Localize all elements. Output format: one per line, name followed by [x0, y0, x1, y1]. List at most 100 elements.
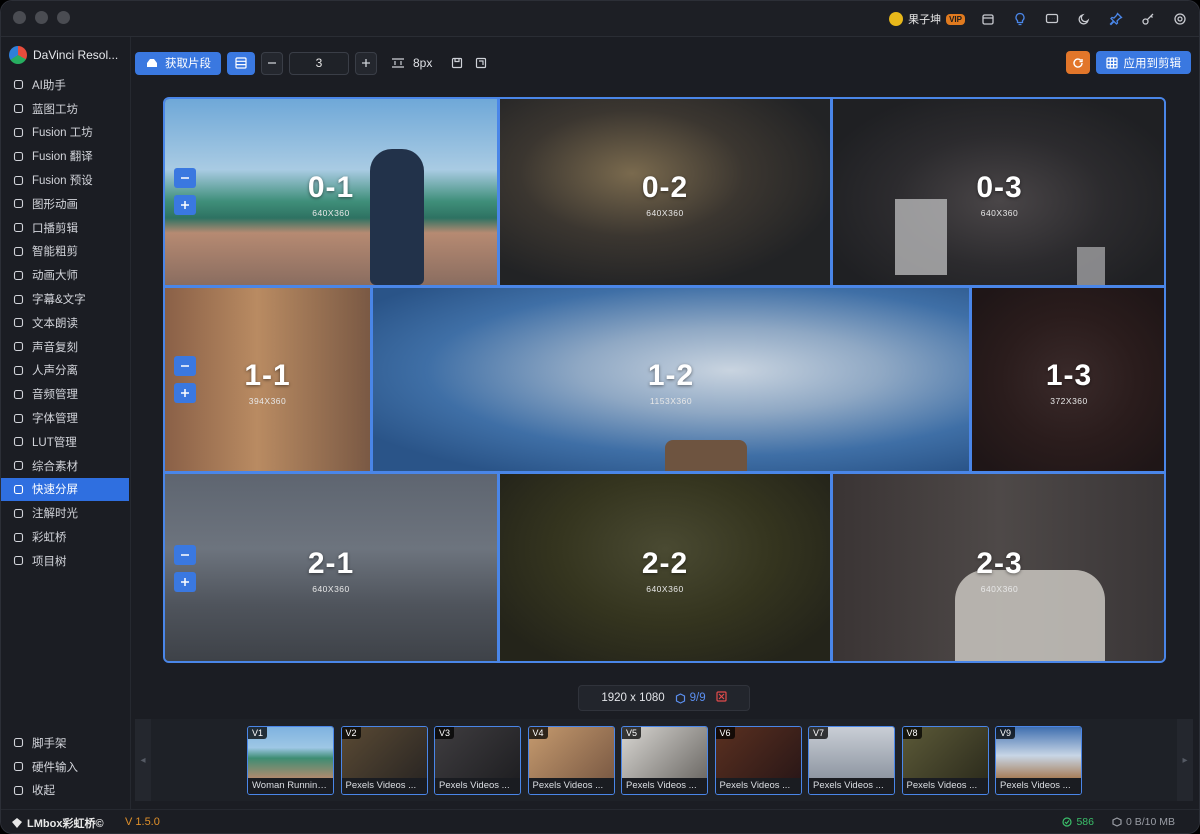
sidebar-item-label: 综合素材 — [32, 460, 78, 473]
decrement-button[interactable] — [261, 51, 283, 75]
timeline-clip[interactable]: V2 Pexels Videos ... — [340, 726, 428, 795]
row-divider[interactable] — [165, 285, 1164, 288]
store-icon[interactable] — [979, 10, 997, 28]
sidebar-item-label: 注解时光 — [32, 508, 78, 521]
sidebar-item[interactable]: 蓝图工坊 — [1, 97, 129, 121]
grid-cell[interactable]: 1-2 1153X360 — [373, 288, 969, 471]
timeline-clip[interactable]: V3 Pexels Videos ... — [434, 726, 521, 795]
sidebar-item[interactable]: 字体管理 — [1, 406, 129, 430]
grid-cell[interactable]: 0-3 640X360 — [833, 99, 1164, 285]
count-input[interactable] — [289, 51, 349, 75]
sidebar-item[interactable]: 文本朗读 — [1, 311, 129, 335]
key-icon[interactable] — [1139, 10, 1157, 28]
chevron-left-icon — [13, 785, 24, 796]
column-divider[interactable] — [497, 99, 500, 285]
increment-button[interactable] — [355, 51, 377, 75]
pin-icon[interactable] — [1107, 10, 1125, 28]
fetch-clips-button[interactable]: 获取片段 — [135, 51, 221, 75]
annotation-icon — [13, 508, 24, 519]
sidebar-item[interactable]: 快速分屏 — [1, 477, 129, 502]
scissors-icon — [13, 246, 24, 257]
sidebar-item[interactable]: 彩虹桥 — [1, 525, 129, 549]
sidebar-item[interactable]: 图形动画 — [1, 192, 129, 216]
timeline-clip[interactable]: V9 Pexels Videos ... — [995, 726, 1082, 795]
moon-icon[interactable] — [1075, 10, 1093, 28]
grid-cell[interactable]: 2-3 640X360 — [833, 474, 1164, 661]
timeline-clip[interactable]: V1 Woman Running... — [247, 726, 334, 795]
sidebar-item[interactable]: 硬件输入 — [1, 755, 129, 779]
cell-dimensions: 640X360 — [312, 583, 350, 594]
clear-grid-icon[interactable] — [716, 691, 727, 705]
refresh-button[interactable] — [1065, 51, 1090, 74]
sidebar-item[interactable]: 声音复刻 — [1, 335, 129, 359]
davinci-logo-icon — [9, 46, 27, 64]
timeline-clip[interactable]: V6 Pexels Videos ... — [714, 726, 802, 795]
gap-setting[interactable]: 8px — [391, 56, 432, 70]
sidebar-item[interactable]: 智能粗剪 — [1, 240, 129, 264]
grid-cell[interactable]: 2-1 640X360 — [165, 474, 497, 661]
timeline-clip[interactable]: V7 Pexels Videos ... — [808, 726, 895, 795]
column-divider[interactable] — [830, 99, 833, 285]
image-icon[interactable] — [472, 54, 490, 72]
column-divider[interactable] — [370, 288, 373, 471]
titlebar-actions: 果子坤 VIP — [889, 9, 1189, 29]
sidebar-item[interactable]: Fusion 翻译 — [1, 144, 129, 168]
add-column-button[interactable] — [174, 383, 196, 403]
save-icon[interactable] — [448, 54, 466, 72]
column-divider[interactable] — [830, 474, 833, 661]
sidebar-item-label: AI助手 — [32, 79, 66, 92]
grid-cell[interactable]: 0-2 640X360 — [500, 99, 830, 285]
apply-to-edit-button[interactable]: 应用到剪辑 — [1095, 51, 1191, 74]
cube-icon — [1112, 817, 1122, 827]
sidebar-item[interactable]: 音频管理 — [1, 382, 129, 406]
cell-dimensions: 640X360 — [646, 208, 684, 218]
status-right: 586 0 B/10 MB — [1062, 816, 1175, 828]
sidebar-item[interactable]: 注解时光 — [1, 501, 129, 525]
timeline-clip[interactable]: V5 Pexels Videos ... — [621, 726, 708, 795]
grid-cell[interactable]: 1-3 372X360 — [972, 288, 1164, 471]
sidebar-item[interactable]: LUT管理 — [1, 430, 129, 454]
grid-icon — [1105, 56, 1118, 69]
row-divider[interactable] — [165, 471, 1164, 474]
sidebar-item[interactable]: 字幕&文字 — [1, 287, 129, 311]
scroll-left-arrow[interactable]: ◂ — [135, 719, 151, 801]
user-menu[interactable]: 果子坤 VIP — [889, 11, 965, 27]
remove-column-button[interactable] — [174, 356, 196, 376]
sidebar-item[interactable]: 综合素材 — [1, 454, 129, 478]
settings-icon[interactable] — [1171, 10, 1189, 28]
sidebar-item[interactable]: 项目树 — [1, 549, 129, 573]
clip-caption: Pexels Videos ... — [528, 778, 614, 794]
timeline-clip[interactable]: V8 Pexels Videos ... — [901, 726, 989, 795]
remove-column-button[interactable] — [174, 545, 196, 565]
sidebar-item-label: 彩虹桥 — [32, 532, 67, 545]
column-divider[interactable] — [497, 474, 500, 661]
column-divider[interactable] — [969, 288, 972, 471]
sidebar-item[interactable]: 动画大师 — [1, 263, 129, 287]
layout-rows-button[interactable] — [227, 51, 255, 75]
sidebar-item-label: 蓝图工坊 — [32, 103, 78, 116]
memory-usage-value: 0 B/10 MB — [1125, 816, 1175, 828]
remove-column-button[interactable] — [174, 168, 196, 188]
sidebar-item[interactable]: 人声分离 — [1, 359, 129, 383]
grid-cell[interactable]: 0-1 640X360 — [165, 99, 497, 285]
gap-value: 8px — [413, 56, 433, 70]
timeline-clip[interactable]: V4 Pexels Videos ... — [527, 726, 615, 795]
sidebar-item-label: 快速分屏 — [32, 484, 78, 497]
grid-cell[interactable]: 2-2 640X360 — [500, 474, 830, 661]
app-window: 果子坤 VIP DaVinci Resol... AI助手 蓝图工坊 Fusion … — [0, 0, 1200, 834]
sidebar-item[interactable]: Fusion 预设 — [1, 168, 129, 192]
add-column-button[interactable] — [174, 572, 196, 592]
sidebar-item[interactable]: Fusion 工坊 — [1, 121, 129, 145]
zoom-window-button[interactable] — [57, 11, 70, 24]
scroll-right-arrow[interactable]: ▸ — [1177, 719, 1193, 801]
message-icon[interactable] — [1043, 10, 1061, 28]
close-window-button[interactable] — [13, 11, 26, 24]
sidebar-item[interactable]: 收起 — [1, 779, 129, 803]
lightbulb-icon[interactable] — [1011, 10, 1029, 28]
add-column-button[interactable] — [174, 195, 196, 215]
cell-label: 0-1 — [307, 170, 355, 204]
sidebar-item[interactable]: 脚手架 — [1, 731, 129, 755]
sidebar-item[interactable]: 口播剪辑 — [1, 216, 129, 240]
minimize-window-button[interactable] — [35, 11, 48, 24]
sidebar-item[interactable]: AI助手 — [1, 73, 129, 97]
